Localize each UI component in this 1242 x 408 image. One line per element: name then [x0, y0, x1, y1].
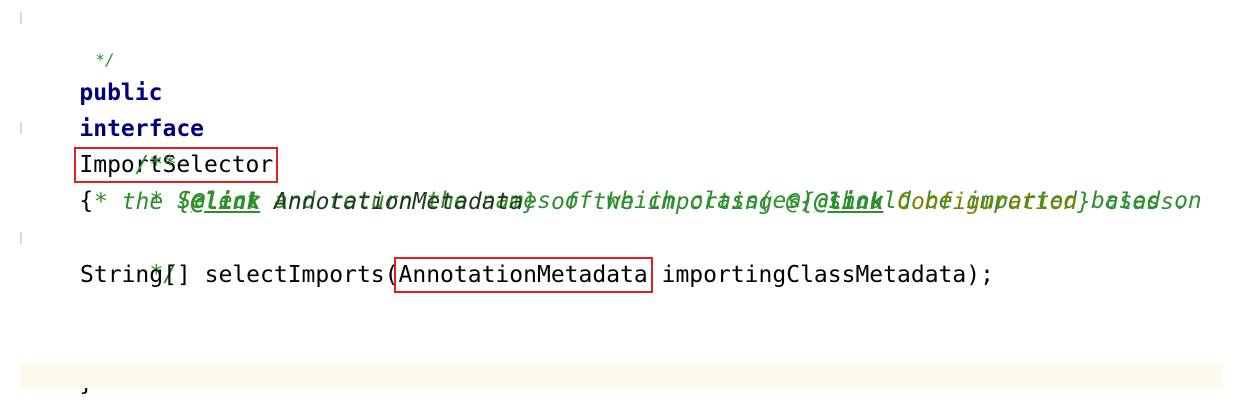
method-signature-end: importingClassMetadata);	[647, 262, 994, 288]
code-line-interface-declaration: public interface ImportSelector {	[24, 39, 279, 214]
keyword-public: public	[79, 80, 163, 106]
code-editor[interactable]: */ public interface ImportSelector { /**…	[0, 0, 1242, 408]
code-line-close-brace: }	[24, 329, 93, 396]
code-line-javadoc-1: * Select and return the names of which c…	[149, 188, 1202, 214]
javadoc-link-tag[interactable]: @link	[814, 189, 883, 215]
code-line-javadoc-start: /**	[135, 152, 177, 178]
gutter-fold-marker[interactable]	[20, 12, 22, 24]
code-line-comment-end: */	[95, 50, 115, 69]
parameter-type-highlighted: AnnotationMetadata	[393, 257, 653, 293]
code-line-javadoc-2: * the {@link AnnotationMetadata} of the …	[94, 189, 1188, 215]
gutter-fold-marker[interactable]	[20, 232, 22, 244]
javadoc-link-reference[interactable]: Configuration	[883, 189, 1077, 215]
current-line-highlight[interactable]	[20, 364, 1222, 388]
javadoc-link-tag[interactable]: @link	[191, 189, 260, 215]
gutter-fold-marker[interactable]	[20, 122, 22, 134]
code-line-javadoc-end: */	[149, 261, 178, 287]
code-line-method-declaration: String[] selectImports(AnnotationMetadat…	[80, 257, 994, 293]
method-signature-start: String[] selectImports(	[80, 262, 399, 288]
javadoc-link-reference[interactable]: AnnotationMetadata	[260, 189, 523, 215]
